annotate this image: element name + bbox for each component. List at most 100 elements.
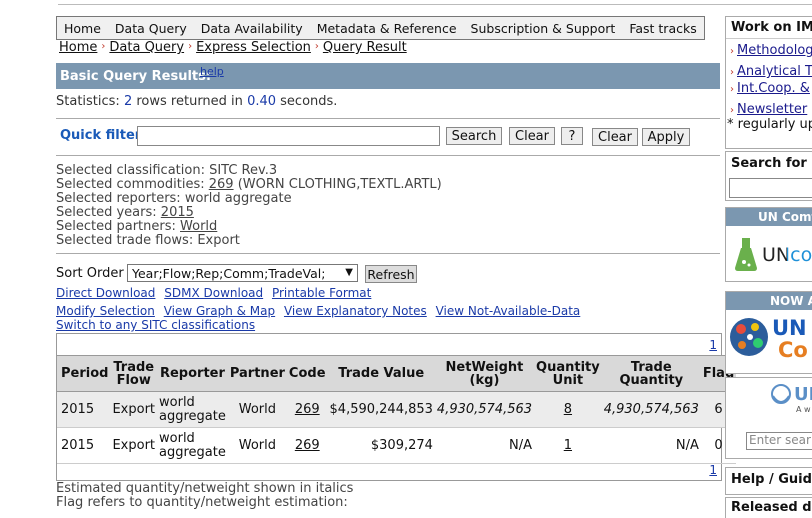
table-header-row: Period Trade Flow Reporter Partner Code … (57, 355, 737, 392)
sort-order-select[interactable]: Year;Flow;Rep;Comm;TradeVal; ▼ (127, 264, 358, 282)
sidebar-item-methodology[interactable]: ›Methodology (726, 43, 812, 58)
commodities-label: Selected commodities: (56, 177, 205, 192)
nav-data-query[interactable]: Data Query (108, 21, 194, 36)
analytical-link[interactable]: Analytical T (737, 64, 812, 79)
page-number-bottom[interactable]: 1 (709, 463, 717, 477)
released-title[interactable]: Released d (726, 498, 812, 517)
un-search-input[interactable]: Enter sear (746, 432, 812, 450)
cell-trade-value: $309,274 (327, 427, 435, 464)
sidebar-un-panel: UN A w Enter sear (725, 377, 812, 459)
stats-middle: rows returned in (136, 94, 243, 109)
clear-filter-button[interactable]: Clear (592, 128, 638, 146)
direct-download-link[interactable]: Direct Download (56, 286, 155, 300)
methodology-link[interactable]: Methodology (737, 43, 812, 58)
switch-classification-link[interactable]: Switch to any SITC classifications (56, 318, 255, 332)
cell-netweight: N/A (434, 427, 535, 464)
selected-classification: Selected classification: SITC Rev.3 (56, 163, 278, 178)
col-trade-quantity: Trade Quantity (601, 355, 701, 392)
quick-filter-input[interactable] (137, 126, 440, 146)
results-table-container: 1 Period Trade Flow Reporter Partner Cod… (56, 333, 737, 481)
cell-partner: World (227, 391, 287, 428)
nav-metadata[interactable]: Metadata & Reference (310, 21, 464, 36)
printable-format-link[interactable]: Printable Format (272, 286, 371, 300)
switch-links: Switch to any SITC classifications (56, 318, 260, 332)
view-explanatory-notes-link[interactable]: View Explanatory Notes (284, 304, 427, 318)
search-title: Search for h (731, 156, 812, 171)
cell-unit-link[interactable]: 8 (564, 402, 572, 417)
refresh-button[interactable]: Refresh (365, 265, 417, 283)
col-reporter: Reporter (157, 355, 228, 392)
cell-code-link[interactable]: 269 (295, 402, 320, 417)
apply-button[interactable]: Apply (642, 128, 690, 146)
modify-selection-link[interactable]: Modify Selection (56, 304, 155, 318)
globe-icon (730, 318, 768, 356)
uncomtrade-logo[interactable] (732, 236, 760, 276)
sidebar-item-newsletter[interactable]: › Newsletter (726, 102, 812, 117)
un-small-sub: A w (796, 405, 811, 414)
italics-note: Estimated quantity/netweight shown in it… (56, 481, 354, 496)
commodity-desc: (WORN CLOTHING,TEXTL.ARTL) (237, 177, 442, 192)
col-trade-flow: Trade Flow (110, 355, 158, 392)
year-link[interactable]: 2015 (161, 205, 194, 220)
sidebar-work-panel: Work on IMT ›Methodology ›Analytical T ›… (725, 16, 812, 149)
newsletter-link[interactable]: Newsletter (737, 102, 807, 117)
breadcrumb-home[interactable]: Home (59, 40, 97, 55)
breadcrumb-express-selection[interactable]: Express Selection (196, 40, 311, 55)
un-logo-bottom: Co (778, 338, 808, 362)
cell-trade-quantity: 4,930,574,563 (601, 391, 701, 428)
chevron-right-icon: › (730, 67, 734, 78)
cell-netweight: 4,930,574,563 (434, 391, 535, 428)
sidebar-search-panel: Search for h (725, 151, 812, 201)
un-logo-top: UN (772, 316, 807, 340)
uncomtrade-wordmark: UNco (762, 244, 812, 266)
help-link[interactable]: help (200, 65, 224, 78)
sidebar-item-intcoop[interactable]: › Int.Coop. & (726, 81, 812, 96)
dropdown-arrow-icon: ▼ (345, 267, 353, 278)
stats-seconds: 0.40 (247, 94, 277, 109)
nav-home[interactable]: Home (57, 21, 108, 36)
stats-suffix: seconds. (280, 94, 338, 109)
uncomtrade-heading: UN Comt (726, 208, 812, 226)
cell-code-link[interactable]: 269 (295, 438, 320, 453)
flask-icon (735, 238, 757, 271)
search-button[interactable]: Search (446, 127, 502, 145)
clear-button[interactable]: Clear (509, 127, 555, 145)
help-question-button[interactable]: ? (561, 127, 583, 145)
page-number-top[interactable]: 1 (709, 338, 717, 352)
flag-note: Flag refers to quantity/netweight estima… (56, 495, 348, 510)
chevron-right-icon: › (101, 41, 106, 52)
partner-link[interactable]: World (180, 219, 217, 234)
sdmx-download-link[interactable]: SDMX Download (164, 286, 263, 300)
intcoop-link[interactable]: Int.Coop. & (737, 81, 810, 96)
cell-period: 2015 (57, 391, 111, 428)
sort-order-label: Sort Order (56, 266, 124, 281)
nav-data-availability[interactable]: Data Availability (194, 21, 310, 36)
cell-reporter: world aggregate (157, 427, 228, 464)
work-title: Work on IMT (726, 17, 812, 39)
chevron-right-icon: › (314, 41, 319, 52)
help-guide-title[interactable]: Help / Guide (726, 468, 812, 491)
years-label: Selected years: (56, 205, 157, 220)
nav-fast-tracks[interactable]: Fast tracks (622, 21, 703, 36)
chevron-right-icon: › (730, 46, 734, 57)
cell-trade-quantity: N/A (601, 427, 701, 464)
nav-subscription[interactable]: Subscription & Support (464, 21, 623, 36)
commodity-code-link[interactable]: 269 (209, 177, 234, 192)
sidebar-now-panel: NOW AV UN Co (725, 291, 812, 374)
breadcrumb-query-result[interactable]: Query Result (323, 40, 407, 55)
sidebar-search-input[interactable] (729, 178, 812, 198)
cell-unit-link[interactable]: 1 (564, 438, 572, 453)
col-trade-value: Trade Value (327, 355, 435, 392)
selected-partners: Selected partners: World (56, 220, 442, 234)
divider (56, 118, 720, 119)
view-graph-map-link[interactable]: View Graph & Map (164, 304, 275, 318)
breadcrumb-data-query[interactable]: Data Query (109, 40, 184, 55)
sidebar-item-analytical[interactable]: › Analytical T (726, 64, 812, 79)
results-banner: Basic Query Results: help (56, 63, 720, 89)
sort-order-value: Year;Flow;Rep;Comm;TradeVal; (132, 265, 326, 281)
view-not-available-link[interactable]: View Not-Available-Data (436, 304, 581, 318)
sidebar-help-panel: Help / Guide (725, 467, 812, 495)
divider (56, 155, 720, 156)
sidebar-uncomtrade-panel: UN Comt UNco (725, 207, 812, 282)
un-small-logo: UN (794, 384, 812, 405)
